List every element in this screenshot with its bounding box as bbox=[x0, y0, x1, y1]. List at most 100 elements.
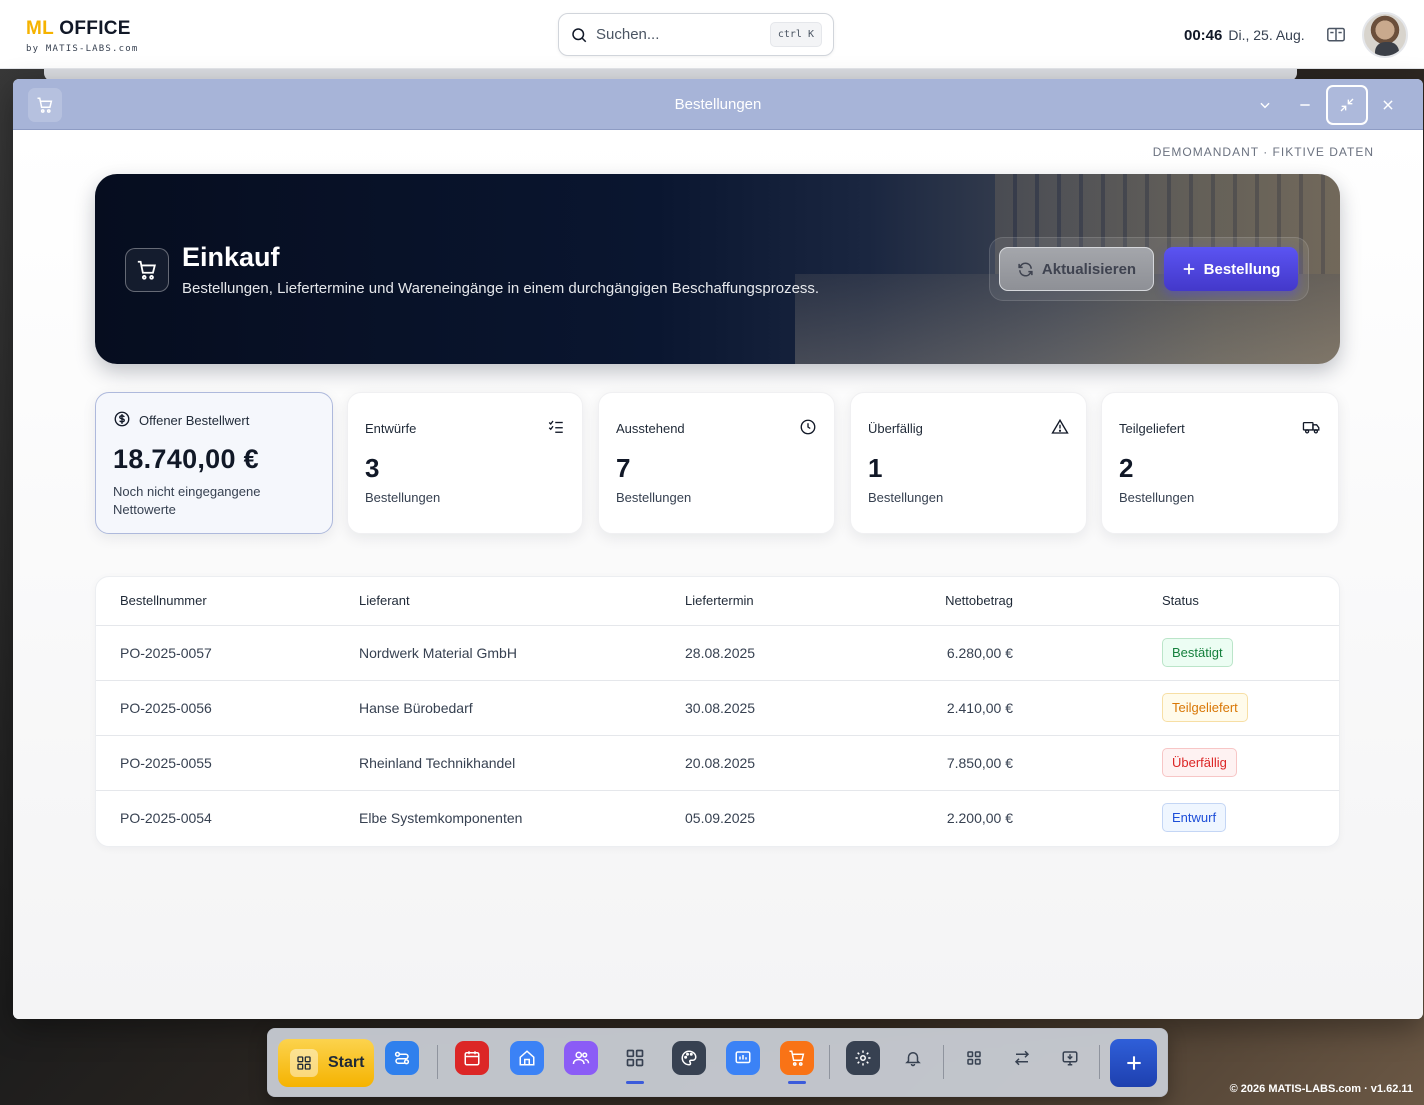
grid-icon bbox=[290, 1049, 318, 1077]
dock-settings-app[interactable] bbox=[846, 1041, 880, 1075]
column-header[interactable]: Status bbox=[1013, 577, 1339, 626]
window-close-button[interactable] bbox=[1372, 89, 1404, 121]
calendar-icon bbox=[464, 1051, 480, 1066]
status-badge: Entwurf bbox=[1162, 803, 1227, 833]
kpi-card-partial[interactable]: Teilgeliefert 2 Bestellungen bbox=[1101, 392, 1339, 534]
supplier: Elbe Systemkomponenten bbox=[359, 809, 523, 826]
table-row[interactable]: PO-2025-0057 Nordwerk Material GmbH 28.0… bbox=[96, 625, 1339, 681]
clock-icon bbox=[800, 419, 816, 435]
search-placeholder: Suchen... bbox=[596, 26, 660, 43]
window-collapse-button[interactable] bbox=[1249, 89, 1281, 121]
kpi-label: Entwürfe bbox=[365, 421, 417, 436]
net-amount: 2.410,00 € bbox=[865, 680, 1013, 736]
column-header[interactable]: Liefertermin bbox=[685, 577, 865, 626]
refresh-button[interactable]: Aktualisieren bbox=[999, 247, 1154, 291]
grid-icon bbox=[626, 1049, 644, 1067]
dock-orders-app[interactable] bbox=[780, 1041, 814, 1075]
clock: 00:46 Di., 25. Aug. bbox=[1184, 27, 1305, 44]
taskbar-dock: Start bbox=[267, 1028, 1168, 1097]
table-row[interactable]: PO-2025-0055 Rheinland Technikhandel 20.… bbox=[96, 735, 1339, 791]
kpi-label: Überfällig bbox=[868, 421, 923, 436]
cart-icon bbox=[789, 1050, 805, 1066]
top-bar: ML OFFICE by MATIS-LABS.com Suchen... ct… bbox=[0, 0, 1424, 69]
table-row[interactable]: PO-2025-0054 Elbe Systemkomponenten 05.0… bbox=[96, 790, 1339, 845]
app-logo[interactable]: ML OFFICE by MATIS-LABS.com bbox=[26, 18, 139, 55]
dock-desktop[interactable] bbox=[1053, 1041, 1087, 1075]
kpi-card-overdue[interactable]: Überfällig 1 Bestellungen bbox=[850, 392, 1087, 534]
minus-icon bbox=[1300, 104, 1310, 106]
hero-actions: Aktualisieren Bestellung bbox=[989, 237, 1309, 301]
dock-ml-calendar-app[interactable] bbox=[455, 1041, 489, 1075]
dock-users-app[interactable] bbox=[564, 1041, 598, 1075]
kpi-description: Bestellungen bbox=[365, 490, 441, 505]
supplier: Nordwerk Material GmbH bbox=[359, 625, 685, 681]
dock-separator bbox=[829, 1045, 830, 1079]
window-minimize-button[interactable] bbox=[1289, 89, 1321, 121]
kpi-card-open-value[interactable]: Offener Bestellwert 18.740,00 € Noch nic… bbox=[95, 392, 333, 534]
new-order-label: Bestellung bbox=[1203, 260, 1281, 278]
dollar-circle-icon bbox=[114, 411, 130, 427]
warning-icon bbox=[1051, 418, 1069, 434]
dock-workflow-app[interactable] bbox=[385, 1041, 419, 1075]
supplier: Rheinland Technikhandel bbox=[359, 735, 685, 791]
gear-icon bbox=[855, 1050, 871, 1066]
search-icon bbox=[572, 27, 587, 42]
minimize-arrows-icon bbox=[1340, 98, 1354, 112]
kpi-description: Bestellungen bbox=[616, 490, 692, 505]
new-order-button[interactable]: Bestellung bbox=[1164, 247, 1298, 291]
table-row[interactable]: PO-2025-0056 Hanse Bürobedarf 30.08.2025… bbox=[96, 680, 1339, 736]
net-amount: 2.200,00 € bbox=[946, 809, 1013, 826]
dock-switch[interactable] bbox=[1005, 1041, 1039, 1075]
window-titlebar[interactable]: Bestellungen bbox=[13, 79, 1423, 130]
page-subtitle: Bestellungen, Liefertermine und Warenein… bbox=[182, 280, 820, 297]
status-badge: Überfällig bbox=[1162, 748, 1237, 777]
column-header[interactable]: Bestellnummer bbox=[96, 577, 359, 626]
bell-icon bbox=[905, 1052, 921, 1067]
delivery-date: 30.08.2025 bbox=[685, 680, 865, 736]
users-icon bbox=[572, 1051, 590, 1065]
refresh-icon bbox=[1018, 261, 1033, 277]
orders-table: Bestellnummer Lieferant Liefertermin Net… bbox=[95, 576, 1340, 847]
book-icon[interactable] bbox=[1326, 26, 1346, 44]
net-amount: 6.280,00 € bbox=[865, 625, 1013, 681]
copyright-footer: © 2026 MATIS-LABS.com · v1.62.11 bbox=[1229, 1083, 1413, 1095]
kpi-card-pending[interactable]: Ausstehend 7 Bestellungen bbox=[598, 392, 835, 534]
delivery-date: 28.08.2025 bbox=[685, 625, 865, 681]
dock-ml-dashboard-app[interactable] bbox=[726, 1041, 760, 1075]
column-header[interactable]: Lieferant bbox=[359, 577, 685, 626]
close-icon bbox=[1383, 100, 1393, 110]
order-number: PO-2025-0054 bbox=[120, 809, 212, 826]
dock-notifications[interactable] bbox=[896, 1041, 930, 1075]
kpi-label: Teilgeliefert bbox=[1119, 421, 1185, 436]
dock-theme-app[interactable] bbox=[672, 1041, 706, 1075]
tenant-label: DEMOMANDANT · FIKTIVE DATEN bbox=[1152, 145, 1374, 159]
kpi-label: Ausstehend bbox=[616, 421, 685, 436]
kpi-value: 2 bbox=[1119, 453, 1134, 483]
kpi-description: Bestellungen bbox=[1119, 490, 1195, 505]
search-shortcut: ctrl K bbox=[769, 22, 822, 47]
delivery-date: 05.09.2025 bbox=[685, 809, 756, 826]
start-button[interactable]: Start bbox=[278, 1039, 374, 1087]
kpi-value: 3 bbox=[365, 453, 380, 483]
dock-apps-grid[interactable] bbox=[618, 1041, 652, 1075]
order-number: PO-2025-0057 bbox=[96, 625, 359, 681]
home-icon bbox=[519, 1050, 535, 1066]
kpi-card-drafts[interactable]: Entwürfe 3 Bestellungen bbox=[347, 392, 583, 534]
kpi-description: Noch nicht eingegangene Nettowerte bbox=[113, 484, 261, 517]
column-header[interactable]: Nettobetrag bbox=[865, 577, 1013, 626]
list-check-icon bbox=[548, 420, 563, 433]
dock-home-app[interactable] bbox=[510, 1041, 544, 1075]
hero-cart-badge bbox=[125, 248, 169, 292]
orders-window: Bestellungen DEMOMANDANT · FIKTIVE DATEN… bbox=[13, 79, 1423, 1019]
kpi-value: 1 bbox=[868, 453, 883, 483]
window-title: Bestellungen bbox=[674, 96, 762, 113]
status-badge: Bestätigt bbox=[1162, 638, 1233, 667]
plus-icon bbox=[1126, 1056, 1141, 1070]
window-restore-button[interactable] bbox=[1326, 85, 1368, 125]
user-avatar[interactable] bbox=[1362, 12, 1408, 58]
hero-banner: Einkauf Bestellungen, Liefertermine und … bbox=[95, 174, 1340, 364]
dock-windows-grid[interactable] bbox=[957, 1041, 991, 1075]
logo-ml: ML bbox=[26, 18, 54, 39]
global-search[interactable]: Suchen... ctrl K bbox=[558, 13, 834, 56]
dock-add-button[interactable] bbox=[1110, 1039, 1157, 1087]
